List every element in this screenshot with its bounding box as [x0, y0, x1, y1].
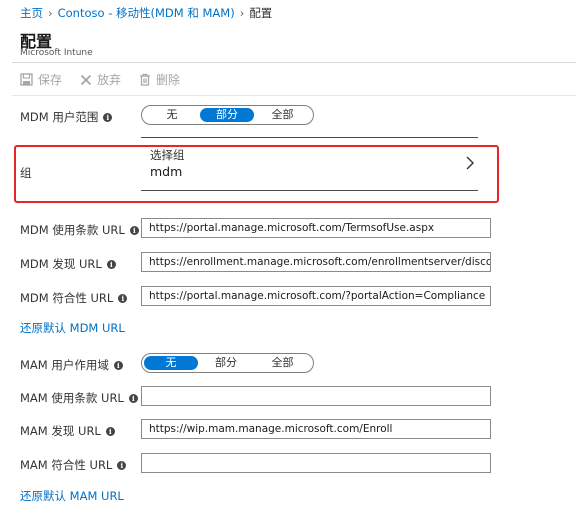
breadcrumb-separator-icon: ›: [239, 6, 245, 20]
breadcrumb-separator-icon: ›: [48, 6, 53, 20]
toolbar-bottom-divider: [12, 95, 576, 96]
divider: [141, 137, 478, 138]
delete-label: 删除: [156, 73, 181, 87]
discard-label: 放弃: [97, 73, 122, 87]
info-icon[interactable]: i: [103, 112, 113, 122]
breadcrumb-app-link[interactable]: Contoso - 移动性(MDM 和 MAM): [58, 6, 235, 20]
mdm-scope-option-all[interactable]: 全部: [254, 108, 311, 122]
mdm-discovery-label-row: MDM 发现 URL i: [20, 256, 116, 272]
info-icon[interactable]: i: [129, 225, 139, 235]
save-button[interactable]: 保存: [20, 71, 62, 88]
discard-button[interactable]: 放弃: [80, 71, 121, 88]
close-icon: [80, 74, 92, 86]
mdm-compliance-label: MDM 符合性 URL: [20, 291, 114, 305]
info-icon[interactable]: i: [118, 293, 128, 303]
trash-icon: [139, 73, 151, 86]
mdm-discovery-url-field[interactable]: https://enrollment.manage.microsoft.com/…: [141, 252, 491, 272]
group-label: 组: [20, 166, 32, 180]
breadcrumb-home-link[interactable]: 主页: [20, 6, 43, 20]
info-icon[interactable]: i: [105, 426, 115, 436]
info-icon[interactable]: i: [117, 460, 127, 470]
save-icon: [20, 73, 33, 86]
mam-discovery-label-row: MAM 发现 URL i: [20, 423, 115, 439]
mdm-compliance-label-row: MDM 符合性 URL i: [20, 290, 128, 306]
mam-discovery-url-field[interactable]: https://wip.mam.manage.microsoft.com/Enr…: [141, 419, 491, 439]
mam-terms-label: MAM 使用条款 URL: [20, 391, 124, 405]
restore-mdm-urls-link[interactable]: 还原默认 MDM URL: [20, 320, 125, 336]
mam-compliance-url-field[interactable]: [141, 453, 491, 473]
mam-scope-label: MAM 用户作用域: [20, 358, 109, 372]
info-icon[interactable]: i: [128, 393, 138, 403]
mdm-scope-toggle: 无 部分 全部: [141, 105, 314, 125]
chevron-right-icon[interactable]: [466, 155, 474, 174]
mdm-scope-label: MDM 用户范围: [20, 110, 99, 124]
delete-button[interactable]: 删除: [139, 71, 180, 88]
mdm-compliance-url-field[interactable]: https://portal.manage.microsoft.com/?por…: [141, 286, 491, 306]
group-highlight-frame: [14, 145, 499, 203]
mdm-terms-label-row: MDM 使用条款 URL i: [20, 222, 139, 238]
mam-compliance-label-row: MAM 符合性 URL i: [20, 457, 127, 473]
group-picker-hint: 选择组: [150, 148, 185, 162]
mam-discovery-label: MAM 发现 URL: [20, 424, 101, 438]
page-subtitle: Microsoft Intune: [20, 48, 93, 58]
info-icon[interactable]: i: [106, 259, 116, 269]
group-picker-underline: [141, 190, 478, 191]
group-picker-value[interactable]: mdm: [150, 164, 182, 179]
mam-scope-option-all[interactable]: 全部: [254, 356, 311, 370]
mam-scope-option-none[interactable]: 无: [144, 356, 198, 370]
breadcrumb: 主页 › Contoso - 移动性(MDM 和 MAM) › 配置: [20, 5, 272, 21]
mdm-terms-label: MDM 使用条款 URL: [20, 223, 125, 237]
mam-compliance-label: MAM 符合性 URL: [20, 458, 113, 472]
mdm-scope-label-row: MDM 用户范围 i: [20, 109, 113, 125]
mdm-scope-option-some[interactable]: 部分: [200, 108, 254, 122]
mam-terms-label-row: MAM 使用条款 URL i: [20, 390, 138, 406]
info-icon[interactable]: i: [113, 360, 123, 370]
restore-mam-urls-link[interactable]: 还原默认 MAM URL: [20, 488, 124, 504]
mam-scope-toggle: 无 部分 全部: [141, 353, 314, 373]
mdm-terms-url-field[interactable]: https://portal.manage.microsoft.com/Term…: [141, 218, 491, 238]
mam-terms-url-field[interactable]: [141, 386, 491, 406]
mdm-discovery-label: MDM 发现 URL: [20, 257, 102, 271]
mam-scope-label-row: MAM 用户作用域 i: [20, 357, 123, 373]
save-label: 保存: [38, 73, 63, 87]
mdm-scope-option-none[interactable]: 无: [144, 108, 200, 122]
breadcrumb-current: 配置: [249, 6, 273, 20]
toolbar-divider: [12, 62, 576, 63]
mam-scope-option-some[interactable]: 部分: [198, 356, 254, 370]
